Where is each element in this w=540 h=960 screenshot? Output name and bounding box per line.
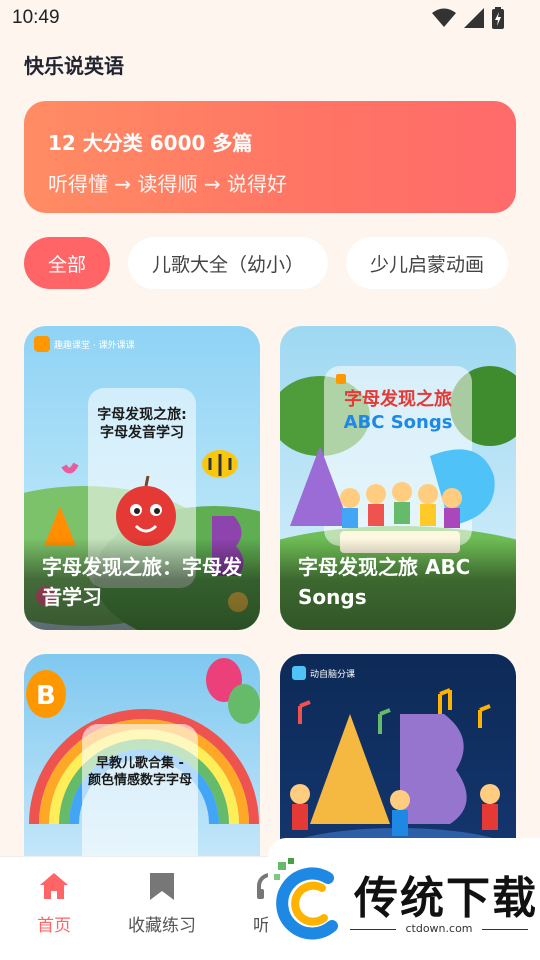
promo-banner[interactable]: 12 大分类 6000 多篇 听得懂 → 读得顺 → 说得好: [24, 101, 516, 213]
watermark: 传统下载 ctdown.com: [268, 838, 540, 960]
poster-line: ABC Songs: [343, 412, 453, 434]
nav-label: 收藏练习: [128, 916, 196, 936]
poster-line: 早教儿歌合集 -: [96, 756, 184, 771]
card-title: 字母发现之旅：字母发音学习: [42, 555, 242, 609]
poster-title: 早教儿歌合集 - 颜色情感数字字母: [82, 756, 198, 790]
poster-brand: 趣趣课堂 · 课外课课: [54, 339, 135, 351]
status-bar: 10:49: [0, 0, 540, 36]
status-time: 10:49: [12, 7, 60, 28]
poster-line: 字母发现之旅: [344, 389, 452, 410]
signal-icon: [464, 8, 484, 28]
tab-all[interactable]: 全部: [24, 237, 111, 289]
video-card[interactable]: 字母发现之旅 ABC Songs 字母发现之旅 ABC Songs: [280, 326, 516, 630]
poster-title: 字母发现之旅: 字母发音学习: [88, 406, 196, 442]
poster-line: 颜色情感数字字母: [87, 772, 192, 788]
status-icons: [432, 7, 504, 29]
nav-item-home[interactable]: 首页: [0, 871, 108, 960]
home-icon: [40, 873, 68, 899]
watermark-logo: [274, 858, 338, 940]
nav-item-favorites[interactable]: 收藏练习: [108, 871, 216, 960]
banner-title: 12 大分类 6000 多篇: [48, 131, 253, 155]
video-card[interactable]: 趣趣课堂 · 课外课课 字母发现之旅: 字母发音学习 字母发现之旅：字母发音学习: [24, 326, 260, 630]
poster-brand: 动自脑分课: [310, 668, 355, 680]
poster-line: 字母发现之旅:: [97, 407, 187, 423]
watermark-text: 传统下载: [354, 873, 538, 924]
poster-line: 字母发音学习: [100, 425, 184, 442]
tab-kids-animation[interactable]: 少儿启蒙动画: [346, 237, 509, 289]
banner-subtitle: 听得懂 → 读得顺 → 说得好: [48, 172, 287, 196]
page-title: 快乐说英语: [24, 54, 124, 78]
divider: [482, 929, 528, 930]
svg-text:B: B: [36, 681, 56, 711]
tab-nursery-songs[interactable]: 儿歌大全（幼小）: [128, 237, 329, 289]
poster-title: 字母发现之旅 ABC Songs: [324, 388, 472, 435]
category-tabs: 全部 儿歌大全（幼小） 少儿启蒙动画: [24, 237, 516, 291]
nav-label: 首页: [37, 916, 71, 936]
wifi-icon: [432, 8, 456, 27]
bookmark-icon: [150, 873, 174, 900]
card-title: 字母发现之旅 ABC Songs: [298, 555, 471, 609]
battery-icon: [492, 7, 504, 29]
